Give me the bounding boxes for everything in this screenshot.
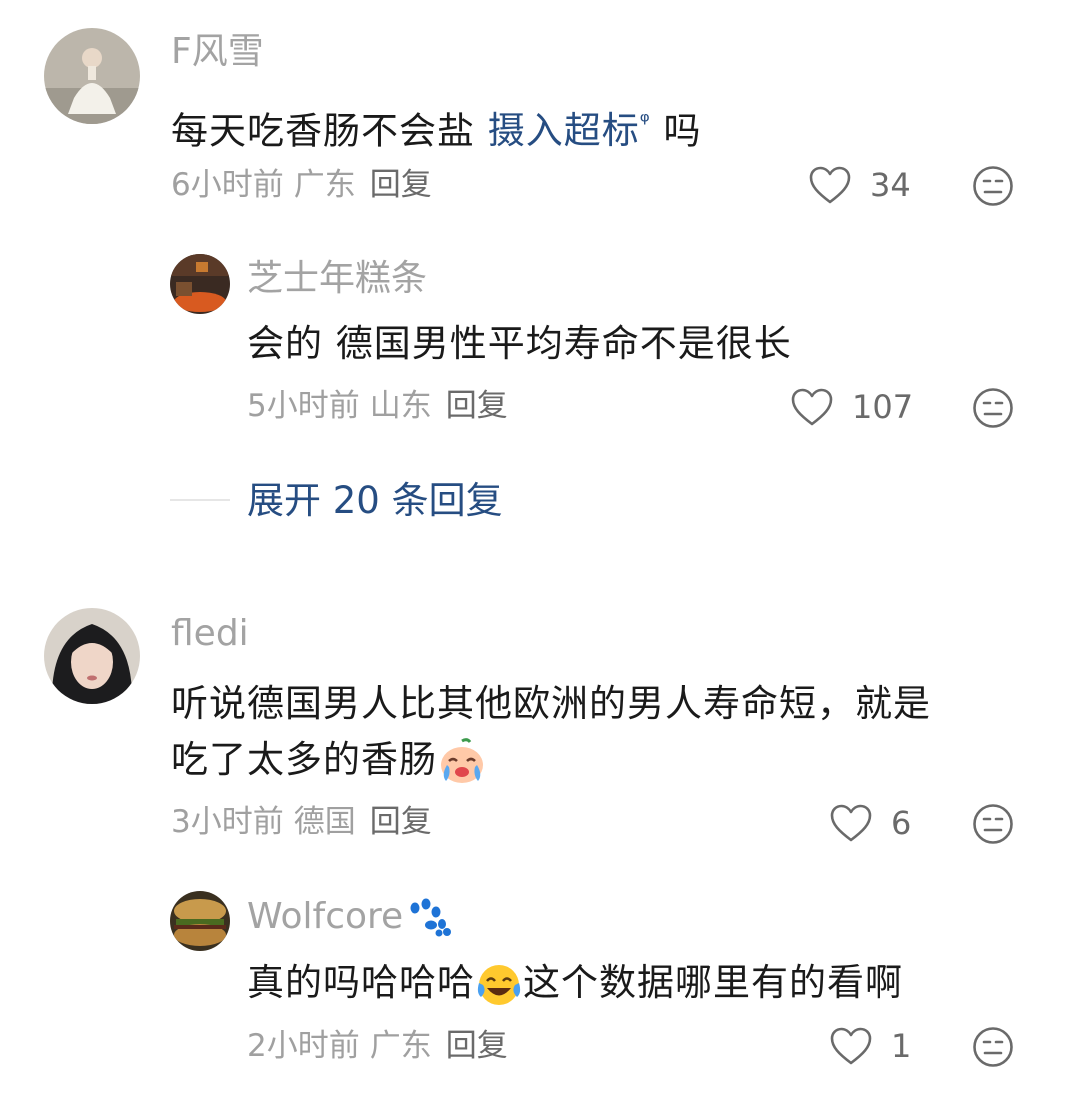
location: 德国: [293, 804, 356, 840]
like-count: 107: [852, 388, 914, 426]
comment-text-part: 每天吃香肠不会盐: [171, 109, 488, 153]
username[interactable]: Wolfcore: [247, 895, 453, 939]
comment-text-line: 吃了太多的香肠: [171, 732, 931, 788]
timestamp: 5小时前: [247, 388, 360, 424]
expand-replies-button[interactable]: 展开 20 条回复: [247, 475, 503, 527]
crying-face-emoji: [441, 737, 483, 783]
username[interactable]: F风雪: [171, 30, 264, 74]
reply-text[interactable]: 会的 德国男性平均寿命不是很长: [247, 316, 792, 372]
search-link-label: 摄入超标: [487, 109, 640, 153]
timestamp: 6小时前: [171, 167, 284, 203]
search-link[interactable]: 摄入超标ᵠ: [487, 108, 651, 153]
paw-icon: [410, 898, 452, 937]
location: 山东: [369, 388, 432, 424]
comment-meta: 6小时前 广东 回复: [171, 165, 432, 205]
username[interactable]: 芝士年糕条: [247, 257, 427, 301]
reply-button[interactable]: 回复: [446, 1028, 508, 1064]
reply-meta: 5小时前 山东 回复: [247, 386, 508, 426]
comment-text[interactable]: 每天吃香肠不会盐 摄入超标ᵠ 吗: [171, 94, 702, 159]
comment-text-line: 听说德国男人比其他欧洲的男人寿命短，就是: [171, 682, 931, 725]
like-count: 6: [891, 804, 912, 842]
location: 广东: [369, 1028, 432, 1064]
timestamp: 3小时前: [171, 804, 284, 840]
avatar[interactable]: [170, 254, 230, 314]
comment-text-part: 吗: [650, 109, 702, 153]
reply-meta: 2小时前 广东 回复: [247, 1026, 508, 1066]
avatar[interactable]: [170, 891, 230, 951]
avatar[interactable]: [44, 28, 140, 124]
like-button[interactable]: 34: [808, 161, 911, 209]
like-button[interactable]: 107: [790, 383, 913, 431]
like-count: 34: [870, 166, 911, 204]
reply-button[interactable]: 回复: [446, 388, 508, 424]
username-text: Wolfcore: [247, 896, 404, 937]
heart-icon: [791, 388, 833, 426]
dislike-icon[interactable]: [972, 387, 1014, 429]
dislike-icon[interactable]: [972, 1026, 1014, 1068]
heart-icon: [830, 1027, 872, 1065]
timestamp: 2小时前: [247, 1028, 360, 1064]
search-icon: ᵠ: [639, 108, 651, 136]
username[interactable]: fledi: [171, 612, 249, 656]
like-count: 1: [891, 1027, 912, 1065]
expand-divider: [170, 499, 230, 501]
location: 广东: [293, 167, 356, 203]
comment-text-part: 吃了太多的香肠: [171, 738, 437, 781]
reply-button[interactable]: 回复: [370, 804, 432, 840]
reply-text[interactable]: 真的吗哈哈哈 这个数据哪里有的看啊: [247, 955, 903, 1011]
like-button[interactable]: 6: [829, 799, 911, 847]
dislike-icon[interactable]: [972, 803, 1014, 845]
dislike-icon[interactable]: [972, 165, 1014, 207]
reply-button[interactable]: 回复: [370, 167, 432, 203]
tears-of-joy-emoji: [477, 964, 521, 1005]
avatar[interactable]: [44, 608, 140, 704]
reply-text-part: 这个数据哪里有的看啊: [523, 961, 903, 1004]
comment-meta: 3小时前 德国 回复: [171, 802, 432, 842]
like-button[interactable]: 1: [829, 1022, 911, 1070]
heart-icon: [830, 804, 872, 842]
reply-text-part: 真的吗哈哈哈: [247, 961, 475, 1004]
heart-icon: [809, 166, 851, 204]
comment-text[interactable]: 听说德国男人比其他欧洲的男人寿命短，就是 吃了太多的香肠: [171, 676, 931, 788]
